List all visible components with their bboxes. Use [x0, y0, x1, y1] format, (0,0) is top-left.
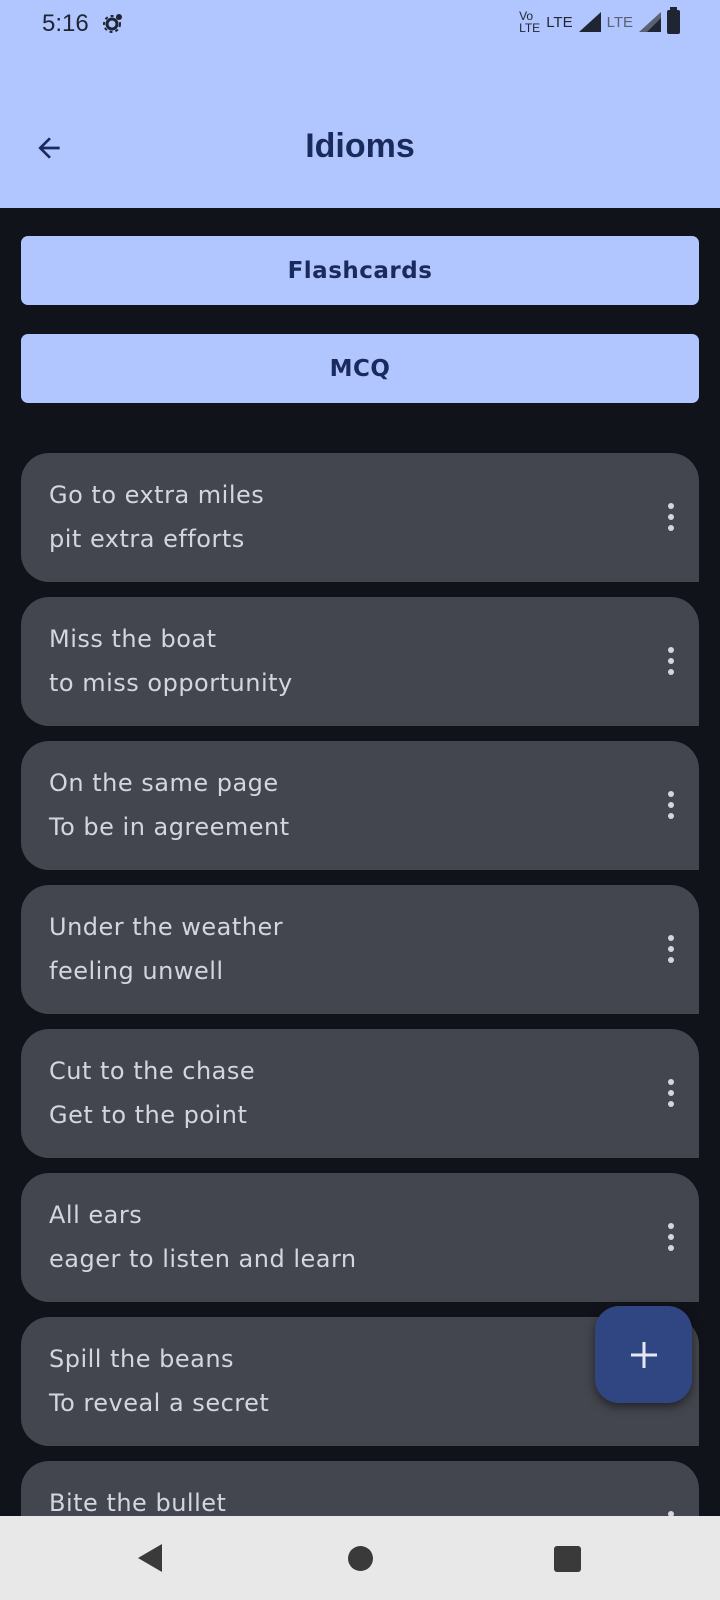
idiom-card[interactable]: Cut to the chase Get to the point — [21, 1029, 699, 1158]
app-bar: Idioms — [0, 52, 720, 208]
volte-bottom-label: LTE — [519, 21, 541, 35]
signal-icon — [578, 12, 601, 32]
idiom-meaning: To be in agreement — [49, 813, 290, 841]
battery-icon — [667, 7, 680, 34]
system-nav-bar — [0, 1516, 720, 1600]
mcq-button[interactable]: MCQ — [21, 334, 699, 403]
idiom-phrase: Miss the boat — [49, 625, 217, 653]
idiom-card[interactable]: Under the weather feeling unwell — [21, 885, 699, 1014]
idiom-phrase: All ears — [49, 1201, 143, 1229]
idiom-phrase: On the same page — [49, 769, 279, 797]
add-idiom-button[interactable] — [595, 1306, 692, 1403]
more-options-icon[interactable] — [657, 1217, 685, 1257]
more-options-icon[interactable] — [657, 929, 685, 969]
idiom-card[interactable]: On the same page To be in agreement — [21, 741, 699, 870]
idiom-meaning: Get to the point — [49, 1101, 248, 1129]
volte-indicator: Vo LTE — [519, 10, 540, 34]
idiom-meaning: feeling unwell — [49, 957, 224, 985]
idiom-meaning: to miss opportunity — [49, 669, 293, 697]
more-options-icon[interactable] — [657, 497, 685, 537]
idiom-phrase: Spill the beans — [49, 1345, 235, 1373]
idiom-phrase: Cut to the chase — [49, 1057, 256, 1085]
signal-icon-2 — [639, 12, 661, 32]
more-options-icon[interactable] — [657, 641, 685, 681]
nav-recents-icon[interactable] — [554, 1546, 581, 1572]
idiom-meaning: pit extra efforts — [49, 525, 245, 553]
idiom-phrase: Under the weather — [49, 913, 284, 941]
screen: 5:16 Vo LTE LTE LTE Idioms Flashcards MC… — [0, 0, 720, 1600]
status-icons: Vo LTE LTE LTE — [519, 7, 680, 34]
plus-icon — [630, 1341, 657, 1368]
idiom-meaning: eager to listen and learn — [49, 1245, 357, 1273]
more-options-icon[interactable] — [657, 1073, 685, 1113]
idiom-meaning: To reveal a secret — [49, 1389, 270, 1417]
status-time: 5:16 — [42, 10, 89, 37]
idiom-phrase: Go to extra miles — [49, 481, 265, 509]
page-title: Idioms — [305, 127, 415, 165]
idiom-card[interactable]: All ears eager to listen and learn — [21, 1173, 699, 1302]
idiom-phrase: Bite the bullet — [49, 1489, 227, 1517]
status-bar: 5:16 Vo LTE LTE LTE — [0, 0, 720, 52]
flashcards-button[interactable]: Flashcards — [21, 236, 699, 305]
nav-back-icon[interactable] — [136, 1542, 164, 1574]
network-label-2: LTE — [606, 13, 633, 31]
settings-gear-icon — [103, 14, 122, 33]
nav-home-icon[interactable] — [348, 1546, 373, 1571]
network-label-1: LTE — [546, 13, 573, 31]
idiom-card[interactable]: Go to extra miles pit extra efforts — [21, 453, 699, 582]
idiom-card[interactable]: Miss the boat to miss opportunity — [21, 597, 699, 726]
more-options-icon[interactable] — [657, 785, 685, 825]
